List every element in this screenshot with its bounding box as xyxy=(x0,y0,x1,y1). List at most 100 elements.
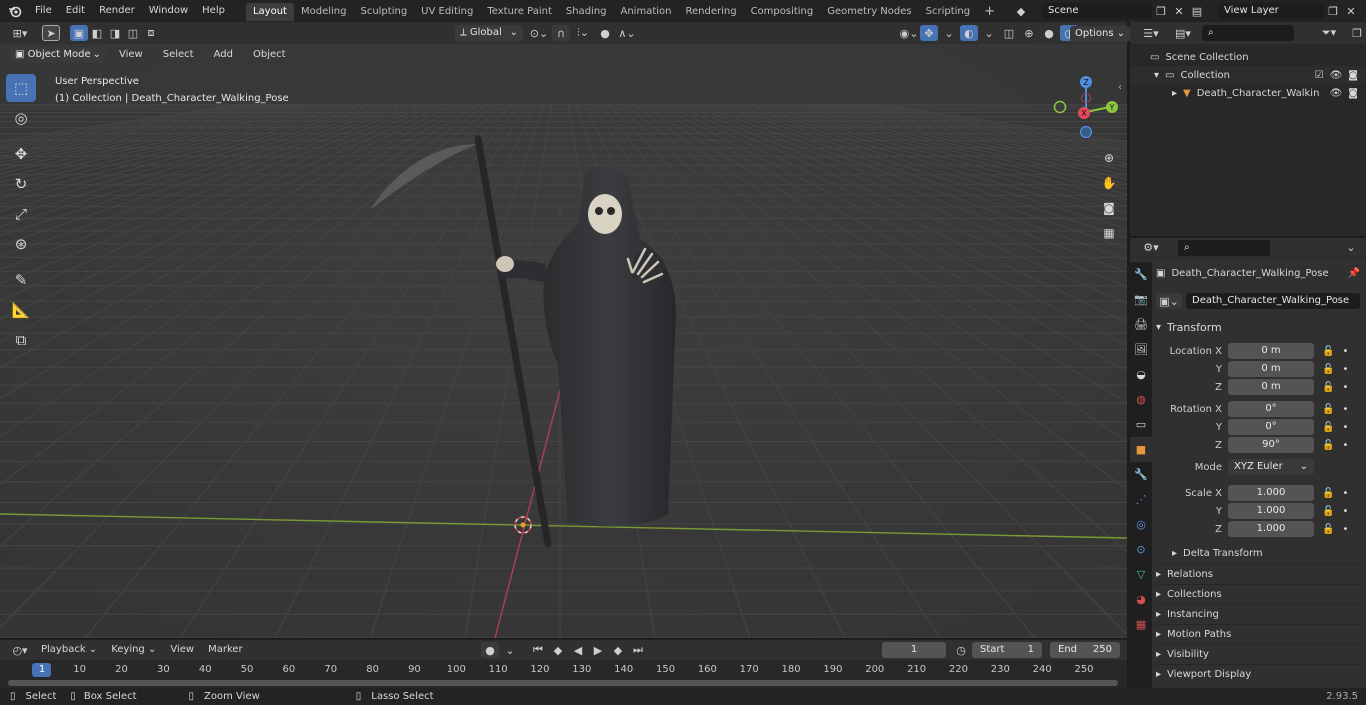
add-cube-tool-icon[interactable]: ⧉ xyxy=(6,326,36,354)
timeline-editor-type-icon[interactable]: ◴▾ xyxy=(6,642,34,658)
delta-transform-header[interactable]: ▸ Delta Transform xyxy=(1156,544,1360,564)
keyframe-dot-icon[interactable]: • xyxy=(1342,422,1348,433)
particles-tab-icon[interactable]: ⋰ xyxy=(1130,487,1152,512)
prev-keyframe-icon[interactable]: ◆ xyxy=(549,642,567,658)
location-z-field[interactable]: 0 m xyxy=(1228,379,1314,395)
select-box-tool-icon[interactable]: ⬚ xyxy=(6,74,36,102)
menu-keying[interactable]: Keying ⌄ xyxy=(104,641,163,659)
tab-animation[interactable]: Animation xyxy=(614,3,679,21)
current-frame-field[interactable]: 1 xyxy=(882,642,946,658)
lock-icon[interactable]: 🔓 xyxy=(1322,404,1334,415)
pin-icon[interactable]: 📌 xyxy=(1348,268,1360,279)
checkbox-icon[interactable]: ☑ xyxy=(1315,70,1324,81)
tab-texture-paint[interactable]: Texture Paint xyxy=(480,3,559,21)
add-workspace-button[interactable]: + xyxy=(977,3,1002,21)
keyframe-dot-icon[interactable]: • xyxy=(1342,506,1348,517)
outliner-row-collection[interactable]: ▾ ▭ Collection ☑ 👁 ◙ xyxy=(1130,66,1366,84)
tab-shading[interactable]: Shading xyxy=(559,3,614,21)
timeline-ruler[interactable]: 1 10 20 30 40 50 60 70 80 90 100 110 120 130 140 150 160… xyxy=(0,660,1127,680)
visibility-icon[interactable]: ◉⌄ xyxy=(900,25,919,41)
menu-render[interactable]: Render xyxy=(92,0,142,22)
tab-layout[interactable]: Layout xyxy=(245,3,294,21)
rotation-x-field[interactable]: 0° xyxy=(1228,401,1314,417)
perspective-toggle-icon[interactable]: ▦ xyxy=(1098,222,1120,244)
next-keyframe-icon[interactable]: ◆ xyxy=(609,642,627,658)
annotate-tool-icon[interactable]: ✎ xyxy=(6,266,36,294)
rotation-mode-dropdown[interactable]: XYZ Euler ⌄ xyxy=(1228,459,1314,475)
lock-icon[interactable]: 🔓 xyxy=(1322,382,1334,393)
keyframe-dot-icon[interactable]: • xyxy=(1342,346,1348,357)
camera-icon[interactable]: ◙ xyxy=(1348,88,1358,99)
start-frame-field[interactable]: Start 1 xyxy=(972,642,1042,658)
record-dropdown-icon[interactable]: ⌄ xyxy=(501,642,519,658)
expand-right-icon[interactable]: ▸ xyxy=(1172,88,1177,99)
overlays-dropdown-icon[interactable]: ⌄ xyxy=(980,25,998,41)
location-x-field[interactable]: 0 m xyxy=(1228,343,1314,359)
delete-view-layer-icon[interactable]: ✕ xyxy=(1342,3,1360,19)
cursor-tool-icon[interactable]: ◎ xyxy=(6,104,36,132)
motion-paths-header[interactable]: ▸ Motion Paths xyxy=(1156,624,1360,644)
properties-editor-type-icon[interactable]: ⚙▾ xyxy=(1138,240,1164,256)
output-tab-icon[interactable]: 🖨 xyxy=(1130,312,1152,337)
new-collection-icon[interactable]: ❐ xyxy=(1348,25,1366,41)
record-icon[interactable]: ● xyxy=(481,642,499,658)
menu-view[interactable]: View xyxy=(112,47,150,63)
render-tab-icon[interactable]: 📷 xyxy=(1130,287,1152,312)
timeline-scrollbar[interactable] xyxy=(8,680,1118,686)
snap-toggle-icon[interactable]: ∩ xyxy=(552,25,570,41)
end-frame-field[interactable]: End 250 xyxy=(1050,642,1120,658)
menu-timeline-view[interactable]: View xyxy=(163,641,201,659)
relations-header[interactable]: ▸ Relations xyxy=(1156,564,1360,584)
viewport-display-header[interactable]: ▸ Viewport Display xyxy=(1156,664,1360,684)
rotation-z-field[interactable]: 90° xyxy=(1228,437,1314,453)
filter-icon[interactable]: ⏷▾ xyxy=(1316,25,1342,41)
view-layer-tab-icon[interactable]: 🖼 xyxy=(1130,337,1152,362)
scale-z-field[interactable]: 1.000 xyxy=(1228,521,1314,537)
jump-start-icon[interactable]: ⏮ xyxy=(529,642,547,658)
gizmo-icon[interactable]: ✥ xyxy=(920,25,938,41)
play-reverse-icon[interactable]: ◀ xyxy=(569,642,587,658)
data-tab-icon[interactable]: ▽ xyxy=(1130,562,1152,587)
camera-view-icon[interactable]: ◙ xyxy=(1098,197,1120,219)
view-layer-icon[interactable]: ▤ xyxy=(1188,3,1206,19)
keyframe-dot-icon[interactable]: • xyxy=(1342,364,1348,375)
proportional-edit-icon[interactable]: ● xyxy=(596,25,614,41)
sidebar-toggle-icon[interactable]: ‹ xyxy=(1118,82,1122,93)
menu-playback[interactable]: Playback ⌄ xyxy=(34,641,104,659)
new-scene-icon[interactable]: ❐ xyxy=(1152,3,1170,19)
keyframe-dot-icon[interactable]: • xyxy=(1342,488,1348,499)
select-arrow-icon[interactable]: ➤ xyxy=(42,25,60,41)
object-tab-icon[interactable]: ■ xyxy=(1130,437,1152,462)
new-view-layer-icon[interactable]: ❐ xyxy=(1324,3,1342,19)
tool-tab-icon[interactable]: 🔧 xyxy=(1130,262,1152,287)
scene-field[interactable]: Scene xyxy=(1042,3,1152,19)
select-invert-icon[interactable]: ⧈ xyxy=(142,25,160,41)
navigation-gizmo[interactable]: Z Y X xyxy=(1050,74,1122,144)
timeline-scroll-thumb[interactable] xyxy=(8,680,1118,686)
menu-add[interactable]: Add xyxy=(207,47,240,63)
select-intersect-icon[interactable]: ◫ xyxy=(124,25,142,41)
outliner-search-input[interactable]: ⌕ xyxy=(1202,25,1294,41)
object-data-icon[interactable]: ▣⌄ xyxy=(1156,293,1182,309)
menu-edit[interactable]: Edit xyxy=(59,0,92,22)
instancing-header[interactable]: ▸ Instancing xyxy=(1156,604,1360,624)
orientation-dropdown[interactable]: ⟂ Global ⌄ xyxy=(455,25,523,41)
tab-uv-editing[interactable]: UV Editing xyxy=(414,3,480,21)
properties-search-input[interactable]: ⌕ xyxy=(1178,239,1270,256)
xray-icon[interactable]: ◫ xyxy=(1000,25,1018,41)
scale-x-field[interactable]: 1.000 xyxy=(1228,485,1314,501)
scale-tool-icon[interactable]: ⤢ xyxy=(6,200,36,228)
menu-window[interactable]: Window xyxy=(142,0,195,22)
keyframe-dot-icon[interactable]: • xyxy=(1342,524,1348,535)
overlays-icon[interactable]: ◐ xyxy=(960,25,978,41)
keyframe-dot-icon[interactable]: • xyxy=(1342,440,1348,451)
select-subtract-icon[interactable]: ◨ xyxy=(106,25,124,41)
3d-viewport[interactable]: User Perspective (1) Collection | Death_… xyxy=(0,44,1127,638)
transform-tool-icon[interactable]: ⊛ xyxy=(6,230,36,258)
zoom-icon[interactable]: ⊕ xyxy=(1098,147,1120,169)
mode-dropdown[interactable]: ▣ Object Mode ⌄ xyxy=(10,47,106,63)
camera-icon[interactable]: ◙ xyxy=(1348,70,1358,81)
world-tab-icon[interactable]: ◍ xyxy=(1130,387,1152,412)
options-dropdown[interactable]: Options ⌄ xyxy=(1070,26,1131,42)
rotation-y-field[interactable]: 0° xyxy=(1228,419,1314,435)
